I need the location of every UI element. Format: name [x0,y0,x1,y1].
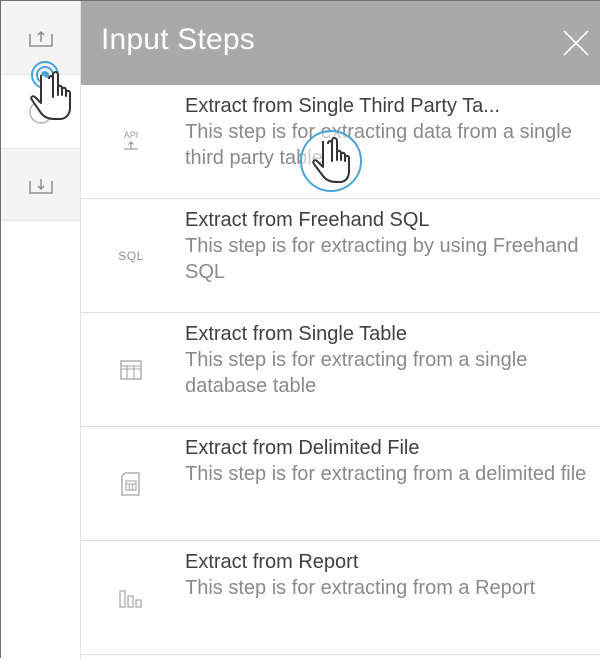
api-icon-text: API [124,130,139,140]
sql-icon: SQL [111,199,151,312]
sql-icon-text: SQL [118,248,144,263]
upload-tray-icon [28,28,54,48]
step-title: Extract from Single Table [185,323,407,345]
step-single-table[interactable]: Extract from Single Table This step is f… [81,313,600,427]
step-delimited-file[interactable]: Extract from Delimited File This step is… [81,427,600,541]
rail-button-transform[interactable] [1,75,80,149]
left-rail [1,1,81,659]
close-icon[interactable] [560,27,592,59]
rail-button-output[interactable] [1,149,80,221]
steps-list: API Extract from Single Third Party Ta..… [81,85,600,655]
step-title: Extract from Delimited File [185,437,420,459]
step-description: This step is for extracting from a delim… [185,463,587,485]
api-icon: API [111,85,151,198]
step-title: Extract from Report [185,551,359,573]
step-freehand-sql[interactable]: SQL Extract from Freehand SQL This step … [81,199,600,313]
step-description: This step is for extracting from a singl… [185,349,528,397]
transform-circle-icon [26,97,56,127]
step-text: Extract from Report This step is for ext… [185,549,589,601]
step-text: Extract from Single Third Party Ta... Th… [185,93,589,171]
step-text: Extract from Delimited File This step is… [185,435,589,487]
report-chart-icon [111,541,151,654]
table-icon [111,313,151,426]
app-frame: Input Steps API Extract from Single Thir… [0,0,600,659]
rail-button-input[interactable] [1,1,80,75]
download-tray-icon [28,175,54,195]
step-third-party-table[interactable]: API Extract from Single Third Party Ta..… [81,85,600,199]
step-description: This step is for extracting data from a … [185,121,572,169]
step-text: Extract from Freehand SQL This step is f… [185,207,589,285]
step-description: This step is for extracting by using Fre… [185,235,579,283]
step-title: Extract from Single Third Party Ta... [185,95,500,117]
step-report[interactable]: Extract from Report This step is for ext… [81,541,600,655]
panel-header: Input Steps [81,1,600,85]
delimited-file-icon [111,427,151,540]
step-description: This step is for extracting from a Repor… [185,577,536,599]
step-title: Extract from Freehand SQL [185,209,430,231]
panel-title: Input Steps [101,23,255,56]
step-text: Extract from Single Table This step is f… [185,321,589,399]
input-steps-panel: Input Steps API Extract from Single Thir… [81,1,600,659]
